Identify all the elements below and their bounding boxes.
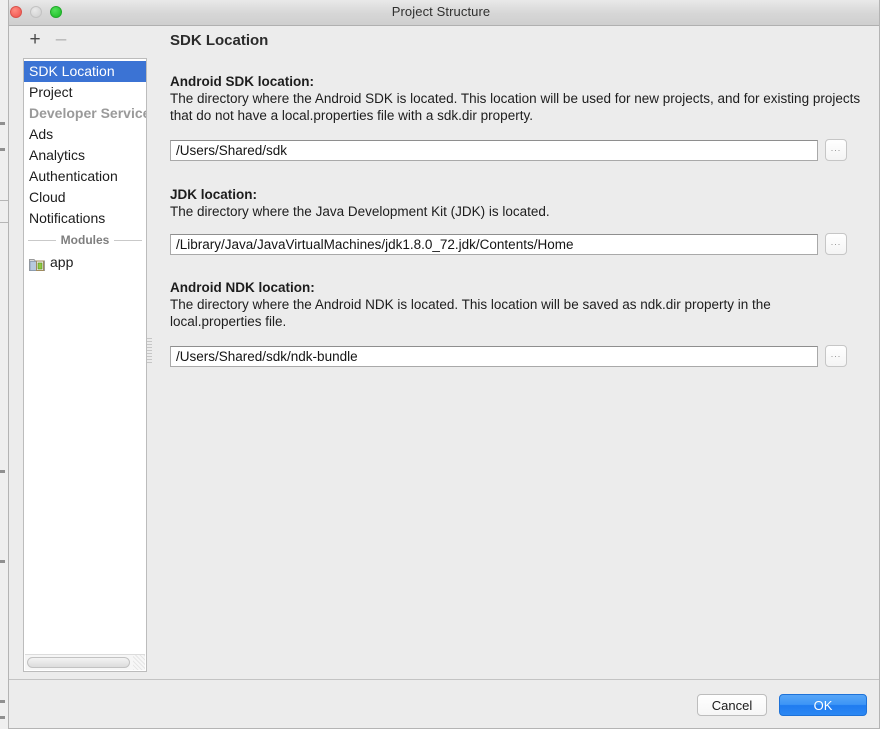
- section-description: The directory where the Android SDK is l…: [170, 91, 861, 123]
- sidebar-panel: SDK Location Project Developer Services …: [23, 58, 147, 672]
- section-label: Android NDK location:: [170, 280, 315, 295]
- sidebar-item-label: Authentication: [29, 168, 118, 184]
- android-module-icon: [29, 255, 45, 271]
- section-description: The directory where the Android NDK is l…: [170, 297, 771, 329]
- sidebar-item-sdk-location[interactable]: SDK Location: [24, 61, 146, 82]
- module-label: app: [50, 254, 74, 270]
- section-android-ndk-location: Android NDK location: The directory wher…: [170, 280, 870, 330]
- android-sdk-browse-button[interactable]: ...: [825, 139, 847, 161]
- section-description: The directory where the Java Development…: [170, 204, 550, 219]
- background-artifact: [0, 560, 5, 563]
- background-artifact: [0, 700, 5, 703]
- separator-rule-left: [28, 240, 56, 241]
- sidebar-item-label: Ads: [29, 126, 54, 142]
- background-artifact: [0, 470, 5, 473]
- window-title: Project Structure: [391, 4, 491, 19]
- android-sdk-location-input[interactable]: [170, 139, 818, 161]
- window-titlebar[interactable]: Project Structure: [9, 0, 879, 26]
- project-structure-dialog: Project Structure + – SDK Location Proje…: [8, 0, 880, 729]
- sidebar-toolbar: + –: [15, 28, 147, 54]
- sidebar-item-analytics[interactable]: Analytics: [24, 145, 146, 166]
- sidebar-item-authentication[interactable]: Authentication: [24, 166, 146, 187]
- jdk-location-row: ...: [170, 233, 847, 255]
- sidebar-item-ads[interactable]: Ads: [24, 124, 146, 145]
- sidebar-item-label: Analytics: [29, 147, 86, 163]
- background-artifact: [0, 148, 5, 151]
- section-jdk-location: JDK location: The directory where the Ja…: [170, 187, 870, 220]
- sidebar-item-label: Developer Services: [29, 105, 146, 121]
- sidebar-item-label: Cloud: [29, 189, 66, 205]
- background-artifact: [0, 716, 5, 719]
- sidebar-item-project[interactable]: Project: [24, 82, 146, 103]
- sidebar-item-developer-services[interactable]: Developer Services: [24, 103, 146, 124]
- jdk-location-input[interactable]: [170, 233, 818, 255]
- separator-rule-right: [114, 240, 142, 241]
- page-title: SDK Location: [170, 32, 269, 49]
- android-ndk-browse-button[interactable]: ...: [825, 345, 847, 367]
- sidebar-item-label: Project: [29, 84, 73, 100]
- add-module-button[interactable]: +: [23, 28, 47, 52]
- sidebar-item-module-app[interactable]: app: [24, 251, 146, 273]
- remove-module-button[interactable]: –: [49, 28, 73, 52]
- android-sdk-location-row: ...: [170, 139, 847, 161]
- sidebar-resize-handle[interactable]: [147, 338, 152, 364]
- section-android-sdk-location: Android SDK location: The directory wher…: [170, 74, 870, 124]
- sidebar-horizontal-scrollbar[interactable]: [25, 654, 145, 670]
- background-artifact: [0, 122, 5, 125]
- sidebar-item-label: SDK Location: [29, 63, 115, 79]
- ok-button[interactable]: OK: [779, 694, 867, 716]
- sidebar-group-separator-modules: Modules: [24, 229, 146, 251]
- dialog-footer: Cancel OK: [9, 679, 879, 728]
- scrollbar-track[interactable]: [133, 655, 145, 670]
- section-label: Android SDK location:: [170, 74, 314, 89]
- scrollbar-thumb[interactable]: [27, 657, 130, 668]
- content-pane: SDK Location Android SDK location: The d…: [155, 27, 879, 675]
- android-ndk-location-input[interactable]: [170, 345, 818, 367]
- jdk-browse-button[interactable]: ...: [825, 233, 847, 255]
- section-label: JDK location:: [170, 187, 258, 202]
- android-ndk-location-row: ...: [170, 345, 847, 367]
- cancel-button[interactable]: Cancel: [697, 694, 767, 716]
- sidebar-item-cloud[interactable]: Cloud: [24, 187, 146, 208]
- sidebar-item-label: Notifications: [29, 210, 106, 226]
- sidebar-item-notifications[interactable]: Notifications: [24, 208, 146, 229]
- sidebar-group-label: Modules: [60, 233, 110, 247]
